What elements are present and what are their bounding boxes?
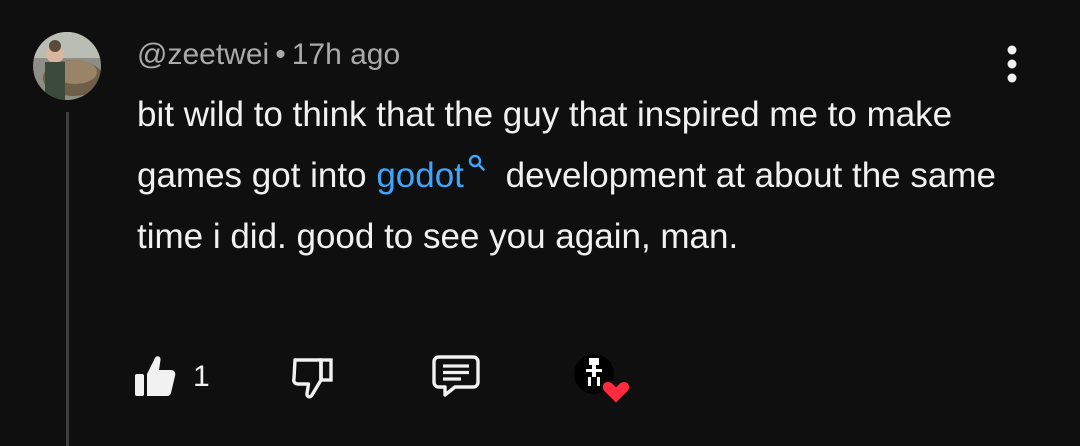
meta-separator: • — [275, 38, 286, 71]
search-icon — [468, 155, 485, 172]
search-link-label: godot — [376, 156, 464, 195]
more-options-button[interactable] — [996, 40, 1028, 88]
reply-button[interactable] — [431, 353, 481, 404]
vertical-dots-icon — [1007, 45, 1017, 83]
search-link[interactable]: godot — [376, 155, 496, 195]
author-name[interactable]: @zeetwei — [137, 38, 269, 71]
like-button[interactable] — [133, 352, 177, 405]
comment-time[interactable]: 17h ago — [292, 38, 400, 71]
creator-avatar-icon — [574, 354, 632, 406]
like-count: 1 — [193, 360, 210, 393]
avatar[interactable] — [33, 32, 101, 100]
comment-text: bit wild to think that the guy that insp… — [137, 84, 1017, 267]
dislike-button[interactable] — [291, 354, 335, 407]
creator-heart-badge — [572, 352, 632, 406]
comment-meta: @zeetwei • 17h ago — [137, 38, 400, 72]
heart-icon — [600, 379, 632, 406]
thumbs-down-icon — [292, 358, 333, 399]
comment-bubble-icon — [432, 355, 480, 397]
avatar-image — [33, 32, 101, 100]
thread-line — [66, 112, 69, 446]
thumbs-up-icon — [135, 356, 176, 396]
